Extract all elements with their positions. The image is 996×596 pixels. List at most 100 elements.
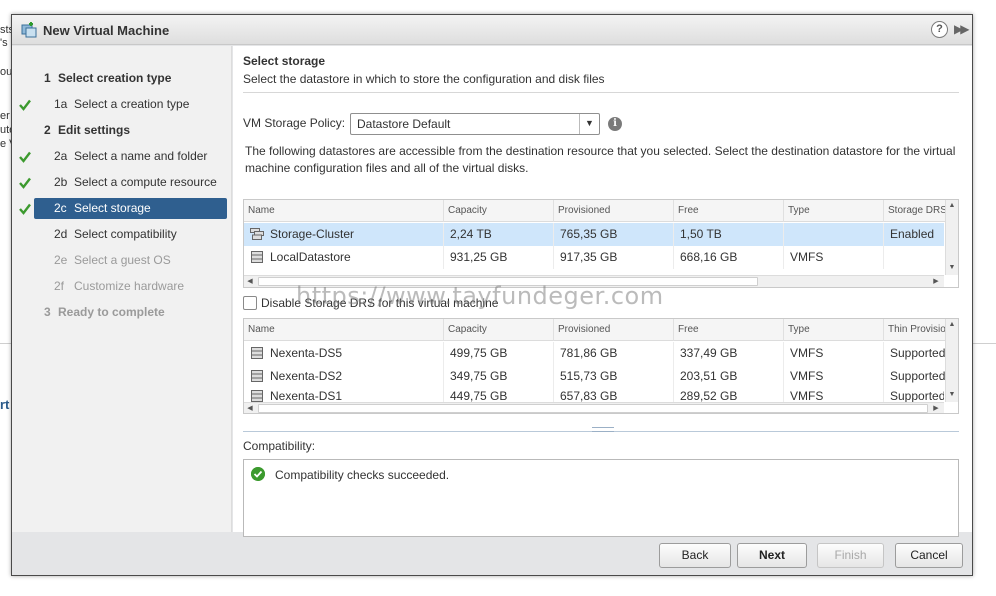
next-button[interactable]: Next — [737, 543, 807, 568]
table-row[interactable]: LocalDatastore 931,25 GB 917,35 GB 668,1… — [244, 246, 946, 269]
datastore-cluster-icon — [250, 228, 264, 240]
disable-drs-checkbox[interactable] — [243, 296, 257, 310]
watermark-text: https://www.tayfundeger.com — [296, 282, 664, 310]
column-header-thin-provisioning[interactable]: Thin Provisioning — [884, 319, 946, 341]
scroll-left-icon[interactable]: ◀ — [244, 403, 256, 413]
check-icon — [19, 99, 31, 111]
column-header-provisioned[interactable]: Provisioned — [554, 319, 674, 341]
datastore-icon — [251, 347, 263, 359]
vertical-scrollbar[interactable]: ▲ ▼ — [945, 200, 958, 275]
background-text: er — [0, 110, 10, 122]
nav-step-2a[interactable]: 2a Select a name and folder — [34, 146, 227, 167]
finish-button: Finish — [817, 543, 884, 568]
check-icon — [19, 203, 31, 215]
cell-provisioned: 917,35 GB — [554, 246, 674, 269]
cell-free: 203,51 GB — [674, 365, 784, 388]
cancel-button[interactable]: Cancel — [895, 543, 963, 568]
scroll-right-icon[interactable]: ▶ — [930, 403, 942, 413]
cell-capacity: 349,75 GB — [444, 365, 554, 388]
datastore-table: Name Capacity Provisioned Free Type Stor… — [243, 199, 959, 288]
background-text: rt — [0, 397, 10, 412]
table-header: Name Capacity Provisioned Free Type Thin… — [244, 319, 958, 341]
cell-capacity: 449,75 GB — [444, 388, 554, 402]
scroll-right-icon[interactable]: ▶ — [930, 276, 942, 287]
cell-name: Nexenta-DS1 — [244, 388, 444, 402]
column-header-type[interactable]: Type — [784, 200, 884, 222]
cell-type: VMFS — [784, 342, 884, 365]
back-button[interactable]: Back — [659, 543, 731, 568]
success-check-icon — [251, 467, 265, 481]
dialog-titlebar[interactable]: New Virtual Machine ? ▶▶ — [12, 15, 972, 45]
column-header-storage-drs[interactable]: Storage DRS — [884, 200, 946, 222]
horizontal-scrollbar[interactable]: ◀ ▶ — [244, 402, 944, 413]
column-header-capacity[interactable]: Capacity — [444, 319, 554, 341]
expand-icon[interactable]: ▶▶ — [954, 22, 970, 36]
datastore-icon — [251, 251, 263, 263]
nav-step-1a[interactable]: 1a Select a creation type — [34, 94, 227, 115]
scroll-down-icon[interactable]: ▼ — [946, 389, 958, 401]
nav-step-2f: 2f Customize hardware — [54, 279, 185, 293]
chevron-down-icon[interactable]: ▼ — [579, 114, 599, 134]
check-icon — [19, 177, 31, 189]
info-icon[interactable]: i — [608, 117, 622, 131]
cell-free: 668,16 GB — [674, 246, 784, 269]
cell-provisioned: 765,35 GB — [554, 223, 674, 246]
cell-provisioned: 781,86 GB — [554, 342, 674, 365]
cell-free: 1,50 TB — [674, 223, 784, 246]
compatibility-panel: Compatibility checks succeeded. — [243, 459, 959, 537]
nav-step-2e: 2e Select a guest OS — [54, 253, 171, 267]
page-title: Select storage — [243, 54, 326, 68]
cell-free: 289,52 GB — [674, 388, 784, 402]
cell-provisioned: 657,83 GB — [554, 388, 674, 402]
cell-type — [784, 223, 884, 246]
cell-provisioned: 515,73 GB — [554, 365, 674, 388]
column-header-capacity[interactable]: Capacity — [444, 200, 554, 222]
background-text: 's — [0, 37, 8, 49]
scroll-down-icon[interactable]: ▼ — [946, 262, 958, 274]
header-divider — [243, 92, 959, 93]
vertical-scrollbar[interactable]: ▲ ▼ — [945, 319, 958, 402]
scroll-thumb[interactable] — [258, 404, 928, 413]
help-icon[interactable]: ? — [931, 21, 948, 38]
nav-step-select-creation-type: 1 Select creation type — [44, 71, 172, 85]
page-subtitle: Select the datastore in which to store t… — [243, 72, 605, 86]
scroll-up-icon[interactable]: ▲ — [946, 200, 958, 212]
column-header-name[interactable]: Name — [244, 319, 444, 341]
cell-free: 337,49 GB — [674, 342, 784, 365]
splitter-grip-handle[interactable] — [592, 427, 614, 432]
storage-policy-label: VM Storage Policy: — [243, 116, 346, 130]
cell-thin-provisioning: Supported — [884, 365, 946, 388]
virtual-machine-icon — [21, 22, 37, 38]
table-row[interactable]: Nexenta-DS2 349,75 GB 515,73 GB 203,51 G… — [244, 365, 946, 388]
dialog-title: New Virtual Machine — [43, 23, 170, 38]
cell-thin-provisioning: Supported — [884, 342, 946, 365]
cell-name: Nexenta-DS2 — [244, 365, 444, 388]
nav-step-2d[interactable]: 2d Select compatibility — [34, 224, 227, 245]
nav-step-2b[interactable]: 2b Select a compute resource — [34, 172, 227, 193]
storage-policy-select[interactable]: Datastore Default ▼ — [350, 113, 600, 135]
storage-policy-value: Datastore Default — [357, 117, 451, 131]
column-header-free[interactable]: Free — [674, 319, 784, 341]
cell-capacity: 2,24 TB — [444, 223, 554, 246]
cell-name: Storage-Cluster — [244, 223, 444, 246]
datastore-icon — [251, 390, 263, 402]
datastore-icon — [251, 370, 263, 382]
compatibility-message: Compatibility checks succeeded. — [275, 468, 450, 482]
column-header-free[interactable]: Free — [674, 200, 784, 222]
cell-storage-drs: Enabled — [884, 223, 946, 246]
table-row[interactable]: Storage-Cluster 2,24 TB 765,35 GB 1,50 T… — [244, 223, 946, 246]
cell-type: VMFS — [784, 365, 884, 388]
wizard-nav: 1 Select creation type 1a Select a creatio… — [12, 46, 232, 532]
scroll-left-icon[interactable]: ◀ — [244, 276, 256, 287]
column-header-name[interactable]: Name — [244, 200, 444, 222]
cell-name: LocalDatastore — [244, 246, 444, 269]
cell-capacity: 499,75 GB — [444, 342, 554, 365]
nav-step-2c[interactable]: 2c Select storage — [34, 198, 227, 219]
table-row[interactable]: Nexenta-DS5 499,75 GB 781,86 GB 337,49 G… — [244, 342, 946, 365]
table-row[interactable]: Nexenta-DS1 449,75 GB 657,83 GB 289,52 G… — [244, 388, 944, 402]
table-header: Name Capacity Provisioned Free Type Stor… — [244, 200, 958, 222]
cell-type: VMFS — [784, 388, 884, 402]
column-header-type[interactable]: Type — [784, 319, 884, 341]
column-header-provisioned[interactable]: Provisioned — [554, 200, 674, 222]
scroll-up-icon[interactable]: ▲ — [946, 319, 958, 331]
